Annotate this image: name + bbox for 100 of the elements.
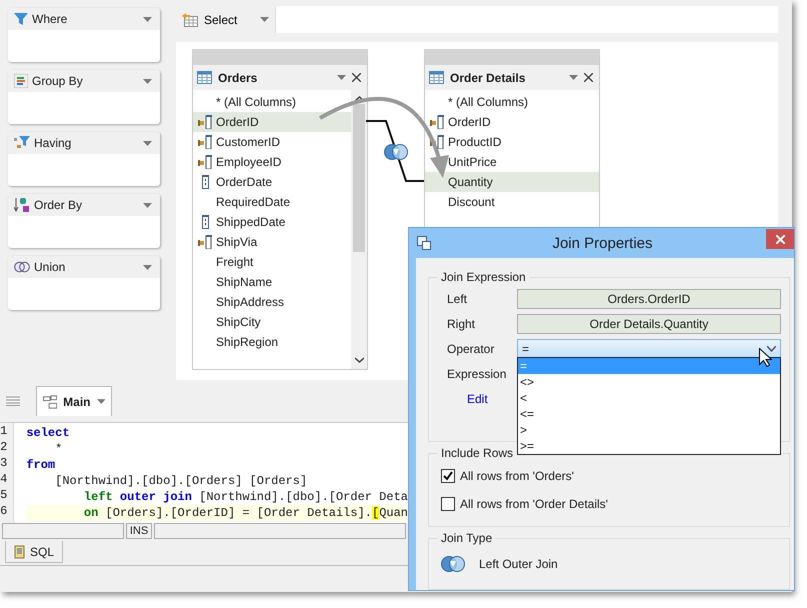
column-row[interactable]: * (All Columns)	[425, 92, 599, 112]
panel-title: Where	[32, 12, 68, 26]
column-row[interactable]: ShipCity	[193, 312, 351, 332]
line-number: 3	[0, 455, 8, 471]
join-line[interactable]	[366, 121, 424, 182]
caret-icon	[569, 75, 578, 80]
group-legend: Include Rows	[437, 446, 518, 460]
field-label: Expression	[447, 366, 508, 380]
column-row[interactable]: EmployeeID	[193, 152, 351, 172]
table-icon	[197, 71, 212, 84]
toolbar-field[interactable]	[276, 6, 778, 33]
key-column-icon	[198, 135, 212, 149]
column-name: CustomerID	[216, 135, 280, 149]
column-name: RequiredDate	[216, 195, 290, 209]
edit-link[interactable]: Edit	[467, 392, 488, 406]
code-line: left outer join [Northwind].[dbo].[Order Deta	[82, 489, 408, 505]
checkbox[interactable]	[441, 497, 455, 511]
column-name: ShipName	[216, 275, 272, 289]
column-name: OrderID	[216, 115, 259, 129]
line-number: 6	[0, 503, 8, 519]
column-row[interactable]: OrderID	[425, 112, 599, 132]
sql-editor[interactable]: 1 2 3 4 5 6 select * from [Northwind].[dbo].[Orders] [Orders] left outer join [Northwind].[dbo].[Order Deta on [Orders].[OrderID] = [Order Details].[Quan	[0, 422, 408, 523]
column-row[interactable]: RequiredDate	[193, 192, 351, 212]
column-name: ShipCity	[216, 315, 261, 329]
column-name: UnitPrice	[448, 155, 497, 169]
code-line: [Northwind].[dbo].[Orders] [Orders]	[54, 473, 308, 489]
key-column-icon	[198, 115, 212, 129]
field-label: Left	[447, 292, 468, 306]
table-title: Orders	[218, 70, 258, 84]
join-icon[interactable]	[384, 144, 408, 160]
column-row[interactable]: Discount	[425, 192, 599, 212]
checkbox[interactable]	[441, 469, 455, 483]
caret-icon	[143, 140, 152, 146]
line-number: 2	[0, 439, 8, 455]
layout-icon	[43, 394, 58, 408]
caret-icon	[143, 78, 152, 84]
key-column-icon	[430, 115, 444, 129]
table-icon	[429, 71, 444, 84]
group-legend: Join Expression	[437, 270, 530, 284]
sql-tab[interactable]: SQL	[5, 541, 63, 563]
close-icon[interactable]	[352, 73, 361, 82]
line-number: 5	[0, 487, 8, 503]
column-row[interactable]: OrderDate	[193, 172, 351, 192]
table-icon	[182, 12, 198, 26]
line-number: 4	[0, 471, 8, 487]
column-icon	[202, 215, 208, 229]
close-button[interactable]	[766, 229, 794, 249]
column-name: ShipRegion	[216, 335, 278, 349]
scrollbar[interactable]	[351, 90, 367, 369]
column-row[interactable]: Quantity	[425, 172, 599, 192]
column-row[interactable]: ShipVia	[193, 232, 351, 252]
checkbox-label: All rows from 'Order Details'	[460, 497, 608, 511]
column-row[interactable]: CustomerID	[193, 132, 351, 152]
scroll-up-icon[interactable]	[354, 96, 364, 102]
panel-title: Having	[34, 136, 72, 150]
line-number: 1	[0, 423, 8, 439]
column-row[interactable]: ShipRegion	[193, 332, 351, 352]
operator-dropdown[interactable]: =	[517, 339, 781, 358]
column-name: ProductID	[448, 135, 502, 149]
scroll-thumb[interactable]	[353, 104, 365, 252]
column-row[interactable]: Freight	[193, 252, 351, 272]
column-name: ShipVia	[216, 235, 258, 249]
panel-title: Union	[34, 260, 66, 274]
column-row[interactable]: ShippedDate	[193, 212, 351, 232]
left-field: Orders.OrderID	[517, 288, 781, 308]
scroll-down-icon[interactable]	[354, 357, 364, 363]
caret-icon	[260, 17, 269, 22]
caret-icon	[337, 75, 346, 80]
column-name: OrderID	[448, 115, 491, 129]
column-row[interactable]: * (All Columns)	[193, 92, 351, 112]
close-icon[interactable]	[584, 73, 593, 82]
column-name: Freight	[216, 255, 254, 269]
checkbox-label: All rows from 'Orders'	[460, 469, 574, 483]
column-row[interactable]: OrderID	[193, 112, 351, 132]
key-column-icon	[198, 235, 212, 249]
query-tab[interactable]: Main	[36, 386, 112, 416]
panel-title: Order By	[34, 198, 84, 212]
union-icon	[14, 261, 30, 273]
panel-title: Group By	[32, 74, 84, 88]
caret-icon	[143, 202, 152, 208]
column-name: Quantity	[448, 175, 493, 189]
column-row[interactable]: ShipAddress	[193, 292, 351, 312]
column-name: * (All Columns)	[216, 95, 296, 109]
field-label: Operator	[447, 342, 496, 356]
column-row[interactable]: UnitPrice	[425, 152, 599, 172]
key-column-icon	[430, 135, 444, 149]
dialog-icon	[417, 236, 431, 250]
dialog-title: Join Properties	[551, 234, 654, 252]
column-row[interactable]: ProductID	[425, 132, 599, 152]
caret-icon	[143, 264, 152, 270]
status-mode: INS	[126, 523, 152, 539]
column-name: ShippedDate	[216, 215, 286, 229]
join-type-label: Left Outer Join	[479, 557, 558, 571]
scroll-icon	[12, 544, 26, 558]
join-icon	[441, 556, 465, 572]
group-legend: Join Type	[437, 531, 496, 545]
column-name: Discount	[448, 195, 495, 209]
column-row[interactable]: ShipName	[193, 272, 351, 292]
table-title: Order Details	[450, 70, 526, 84]
code-line: from	[26, 457, 56, 473]
